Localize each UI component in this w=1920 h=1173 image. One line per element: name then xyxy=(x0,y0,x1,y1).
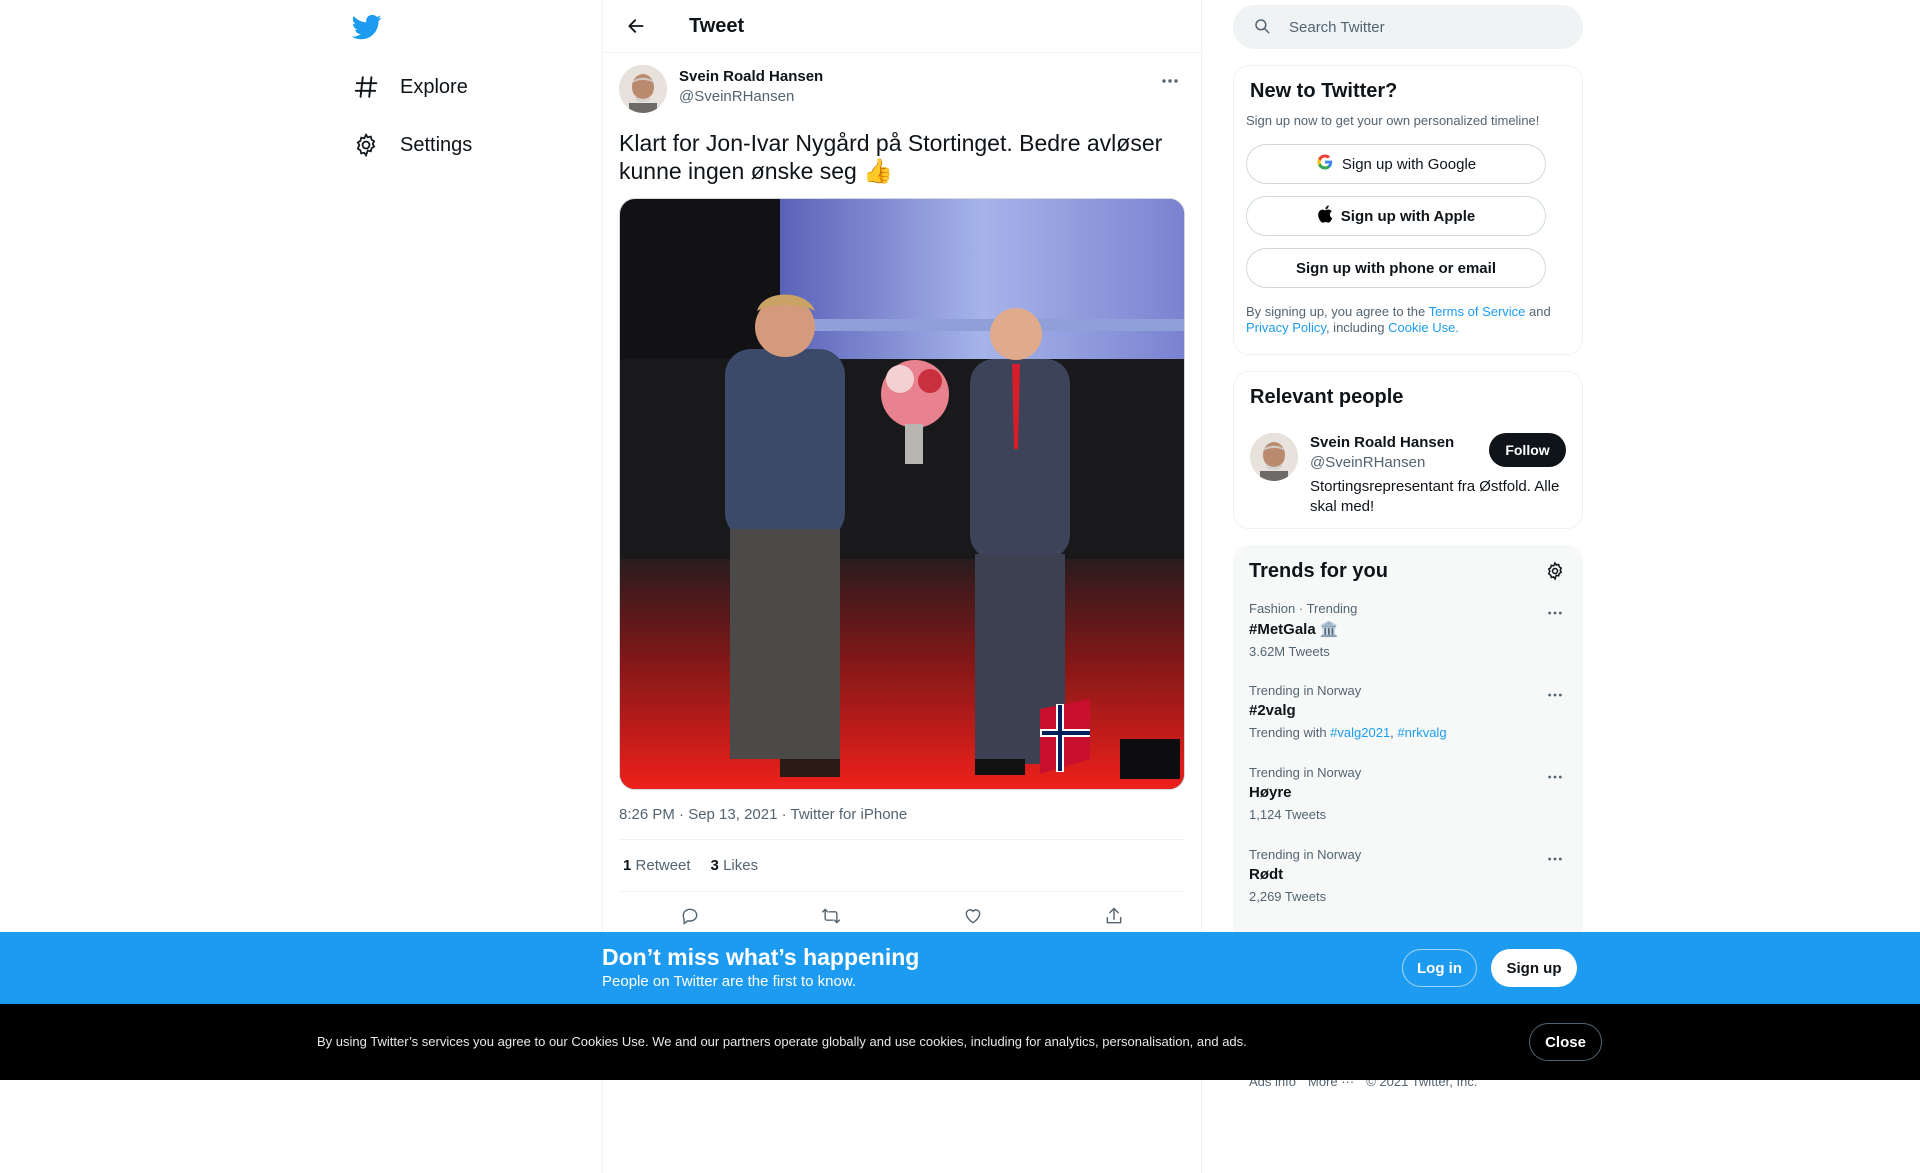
search-icon xyxy=(1253,17,1273,37)
more-options-icon[interactable] xyxy=(1543,683,1567,707)
new-to-twitter-card: New to Twitter? Sign up now to get your … xyxy=(1233,65,1583,355)
trends-title: Trends for you xyxy=(1249,559,1388,582)
relevant-person-handle: @SveinRHansen xyxy=(1310,454,1426,471)
cookie-text: By using Twitter’s services you agree to… xyxy=(317,1034,1247,1049)
trends-header: Trends for you xyxy=(1249,559,1567,583)
trend-count: 2,269 Tweets xyxy=(1249,889,1327,904)
author-name[interactable]: Svein Roald Hansen xyxy=(679,67,823,87)
more-options-icon[interactable] xyxy=(1155,69,1185,93)
retweets-count: 1 xyxy=(623,857,632,874)
trend-name: #MetGala 🏛️ xyxy=(1249,621,1339,638)
signup-banner: Don’t miss what’s happening People on Tw… xyxy=(0,932,1920,1004)
google-icon xyxy=(1316,153,1334,175)
nav-explore[interactable]: Explore xyxy=(352,65,468,109)
likes-stat[interactable]: 3 Likes xyxy=(711,857,759,874)
signup-email-button[interactable]: Sign up with phone or email xyxy=(1246,248,1546,288)
trend-count: 1,124 Tweets xyxy=(1249,807,1327,822)
new-to-twitter-title: New to Twitter? xyxy=(1250,80,1398,102)
trend-related: Trending with #valg2021, #nrkvalg xyxy=(1249,725,1447,740)
twitter-logo-icon[interactable] xyxy=(351,12,384,44)
trend-related-prefix: Trending with xyxy=(1249,725,1331,740)
trend-item[interactable]: Trending in Norway Rødt 2,269 Tweets xyxy=(1249,847,1567,911)
signup-apple-button[interactable]: Sign up with Apple xyxy=(1246,196,1546,236)
retweet-icon[interactable] xyxy=(814,899,848,933)
cookie-banner: By using Twitter’s services you agree to… xyxy=(0,1004,1920,1080)
cookie-use-link[interactable]: Cookie Use. xyxy=(1388,320,1459,335)
retweets-stat[interactable]: 1 Retweet xyxy=(623,857,691,874)
close-cookie-button[interactable]: Close xyxy=(1529,1023,1602,1061)
terms-and: and xyxy=(1525,304,1551,319)
reply-icon[interactable] xyxy=(673,899,707,933)
page-title: Tweet xyxy=(689,14,745,37)
signup-google-label: Sign up with Google xyxy=(1341,155,1477,173)
follow-button[interactable]: Follow xyxy=(1489,433,1566,467)
nav-explore-label: Explore xyxy=(400,75,468,98)
gear-icon xyxy=(352,131,380,159)
trend-context: Fashion · Trending xyxy=(1249,601,1358,616)
tweet-stats: 1 Retweet 3 Likes xyxy=(619,840,1185,892)
relevant-people-card: Relevant people Svein Roald Hansen @Svei… xyxy=(1233,371,1583,529)
signup-apple-label: Sign up with Apple xyxy=(1340,207,1476,225)
search-box[interactable] xyxy=(1233,5,1583,49)
like-heart-icon[interactable] xyxy=(956,899,990,933)
relevant-person-info: Svein Roald Hansen @SveinRHansen Stortin… xyxy=(1310,433,1559,517)
new-to-twitter-subtitle: Sign up now to get your own personalized… xyxy=(1246,113,1540,128)
trend-context: Trending in Norway xyxy=(1249,683,1362,698)
avatar[interactable] xyxy=(619,65,667,113)
tweet-photo[interactable] xyxy=(619,198,1185,790)
signup-google-button[interactable]: Sign up with Google xyxy=(1246,144,1546,184)
tweet: Svein Roald Hansen @SveinRHansen Klart f… xyxy=(603,53,1201,940)
terms-including: , including xyxy=(1325,320,1389,335)
relevant-person-name: Svein Roald Hansen xyxy=(1310,434,1455,451)
likes-label: Likes xyxy=(723,857,759,874)
more-options-icon[interactable] xyxy=(1543,601,1567,625)
tweet-timestamp[interactable]: 8:26 PM · Sep 13, 2021 · Twitter for iPh… xyxy=(619,806,1185,840)
share-icon[interactable] xyxy=(1097,899,1131,933)
search-input[interactable] xyxy=(1289,18,1549,36)
avatar[interactable] xyxy=(1250,433,1298,481)
relevant-person-bio: Stortingsrepresentant fra Østfold. Alle … xyxy=(1310,478,1560,515)
gear-icon[interactable] xyxy=(1543,559,1567,583)
trend-item[interactable]: Fashion · Trending #MetGala 🏛️ 3.62M Twe… xyxy=(1249,601,1567,665)
trend-link-nrkvalg[interactable]: #nrkvalg xyxy=(1397,725,1446,740)
trend-name: Høyre xyxy=(1249,784,1292,801)
author-names: Svein Roald Hansen @SveinRHansen xyxy=(679,65,823,113)
author-handle[interactable]: @SveinRHansen xyxy=(679,87,823,107)
terms-prefix: By signing up, you agree to the xyxy=(1246,304,1429,319)
trend-context: Trending in Norway xyxy=(1249,847,1362,862)
trend-context: Trending in Norway xyxy=(1249,765,1362,780)
relevant-people-title: Relevant people xyxy=(1250,386,1404,408)
back-arrow-icon[interactable] xyxy=(619,9,653,43)
banner-text: Don’t miss what’s happening People on Tw… xyxy=(602,944,919,990)
relevant-person[interactable]: Svein Roald Hansen @SveinRHansen Stortin… xyxy=(1250,433,1566,517)
hashtag-icon xyxy=(352,73,380,101)
banner-title: Don’t miss what’s happening xyxy=(602,944,920,970)
signup-email-label: Sign up with phone or email xyxy=(1295,259,1496,277)
banner-subtitle: People on Twitter are the first to know. xyxy=(602,973,857,990)
more-options-icon[interactable] xyxy=(1543,847,1567,871)
tweet-text: Klart for Jon-Ivar Nygård på Stortinget.… xyxy=(619,129,1185,186)
apple-icon xyxy=(1317,205,1333,227)
trend-name: Rødt xyxy=(1249,866,1284,883)
privacy-policy-link[interactable]: Privacy Policy xyxy=(1246,320,1326,335)
tweet-header: Tweet xyxy=(603,0,1201,53)
trends-card: Trends for you Fashion · Trending #MetGa… xyxy=(1233,545,1583,965)
trend-item[interactable]: Trending in Norway Høyre 1,124 Tweets xyxy=(1249,765,1567,829)
nav-settings[interactable]: Settings xyxy=(352,123,472,167)
signup-terms: By signing up, you agree to the Terms of… xyxy=(1246,304,1570,336)
trend-name: #2valg xyxy=(1249,702,1296,719)
login-button[interactable]: Log in xyxy=(1402,949,1477,987)
likes-count: 3 xyxy=(710,857,719,874)
nav-settings-label: Settings xyxy=(400,133,473,156)
signup-button[interactable]: Sign up xyxy=(1491,949,1577,987)
thumbs-up-emoji: 👍 xyxy=(863,158,894,185)
tweet-author: Svein Roald Hansen @SveinRHansen xyxy=(619,65,1185,113)
more-options-icon[interactable] xyxy=(1543,765,1567,789)
trend-count: 3.62M Tweets xyxy=(1249,644,1330,659)
trend-link-valg2021[interactable]: #valg2021 xyxy=(1330,725,1390,740)
retweets-label: Retweet xyxy=(635,857,691,874)
trend-item[interactable]: Trending in Norway #2valg Trending with … xyxy=(1249,683,1567,747)
terms-of-service-link[interactable]: Terms of Service xyxy=(1429,304,1526,319)
